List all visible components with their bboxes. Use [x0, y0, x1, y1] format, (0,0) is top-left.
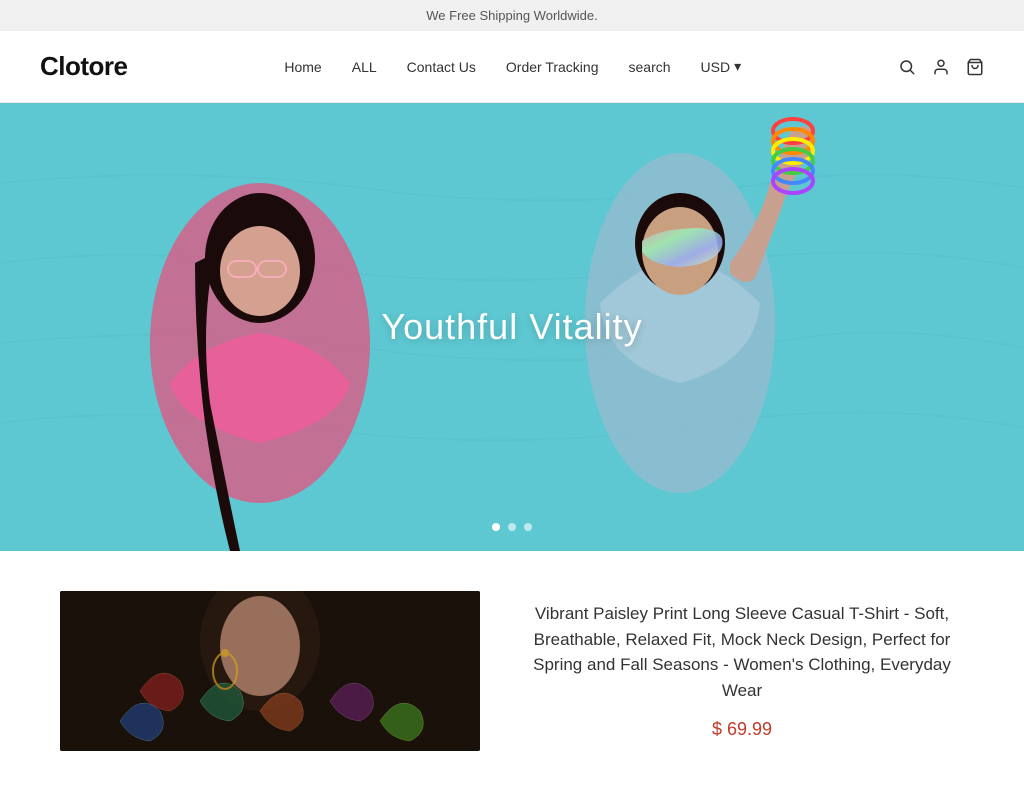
currency-selector[interactable]: USD ▾ [701, 58, 742, 75]
logo[interactable]: Clotore [40, 51, 128, 82]
nav-home[interactable]: Home [284, 59, 321, 75]
hero-overlay: Youthful Vitality [381, 306, 642, 348]
nav-contact[interactable]: Contact Us [407, 59, 476, 75]
hero-dots [492, 523, 532, 531]
currency-arrow-icon: ▾ [734, 58, 741, 75]
header-icons [898, 58, 984, 76]
nav-all[interactable]: ALL [352, 59, 377, 75]
product-price: $ 69.99 [520, 719, 964, 740]
dot-2[interactable] [508, 523, 516, 531]
nav-search-link[interactable]: search [629, 59, 671, 75]
product-image[interactable] [60, 591, 480, 751]
product-title[interactable]: Vibrant Paisley Print Long Sleeve Casual… [520, 601, 964, 703]
header: Clotore Home ALL Contact Us Order Tracki… [0, 31, 1024, 103]
hero-title: Youthful Vitality [381, 306, 642, 348]
product-section: Vibrant Paisley Print Long Sleeve Casual… [0, 551, 1024, 791]
search-icon[interactable] [898, 58, 916, 76]
dot-3[interactable] [524, 523, 532, 531]
hero-banner: Youthful Vitality [0, 103, 1024, 551]
main-nav: Home ALL Contact Us Order Tracking searc… [284, 58, 741, 75]
currency-label: USD [701, 59, 731, 75]
dot-1[interactable] [492, 523, 500, 531]
nav-order-tracking[interactable]: Order Tracking [506, 59, 599, 75]
cart-icon[interactable] [966, 58, 984, 76]
product-info: Vibrant Paisley Print Long Sleeve Casual… [520, 591, 964, 740]
announcement-text: We Free Shipping Worldwide. [426, 8, 598, 23]
announcement-bar: We Free Shipping Worldwide. [0, 0, 1024, 31]
user-icon[interactable] [932, 58, 950, 76]
